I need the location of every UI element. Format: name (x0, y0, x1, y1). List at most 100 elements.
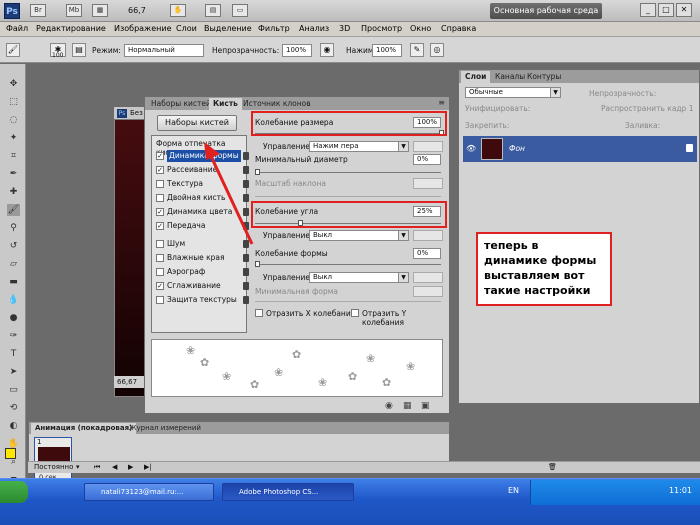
lock-icon[interactable] (243, 268, 249, 276)
brush-tool-icon[interactable]: 🖌 (7, 204, 20, 216)
mode-select[interactable]: Нормальный (124, 44, 204, 57)
lock-icon[interactable] (243, 296, 249, 304)
lock-icon[interactable] (243, 254, 249, 262)
bridge-icon[interactable]: Br (30, 4, 46, 17)
next-frame-icon[interactable]: ▶| (144, 463, 152, 471)
workspace-button[interactable]: Основная рабочая среда (490, 3, 602, 19)
3d-rotate-tool-icon[interactable]: ⟲ (7, 402, 20, 414)
control-select-2[interactable]: Выкл ▼ (309, 230, 409, 241)
panel-menu-icon[interactable]: ≡ (438, 98, 445, 107)
checkbox[interactable] (156, 296, 164, 304)
taskbar-item-photoshop[interactable]: Adobe Photoshop CS... (222, 483, 354, 501)
grid-icon[interactable]: ▦ (403, 401, 412, 411)
first-frame-icon[interactable]: ⏮ (94, 463, 100, 472)
hand-icon[interactable]: ✋ (170, 4, 186, 17)
eraser-tool-icon[interactable]: ▱ (7, 258, 20, 270)
list-item-wet-edges[interactable]: Влажные края (155, 252, 249, 264)
trash-icon[interactable]: 🗑 (548, 463, 557, 471)
roundness-jitter-slider[interactable] (255, 264, 441, 265)
menu-edit[interactable]: Редактирование (36, 24, 106, 33)
foreground-color-swatch[interactable] (5, 448, 16, 459)
checkbox[interactable]: ✓ (156, 208, 164, 216)
close-icon[interactable]: ✕ (676, 3, 692, 17)
menu-view[interactable]: Просмотр (361, 24, 402, 33)
roundness-jitter-knob[interactable] (255, 261, 260, 267)
opacity-pressure-icon[interactable]: ◉ (320, 43, 334, 57)
tab-clone-source[interactable]: Источник клонов (239, 98, 315, 110)
loop-select[interactable]: Постоянно (34, 463, 73, 471)
checkbox[interactable] (156, 194, 164, 202)
layer-row[interactable]: 👁 Фон (463, 136, 697, 162)
airbrush-icon[interactable]: ✎ (410, 43, 424, 57)
flip-x-checkbox[interactable] (255, 309, 263, 317)
checkbox[interactable] (156, 240, 164, 248)
pressure-input[interactable]: 100% (372, 44, 402, 57)
healing-tool-icon[interactable]: ✚ (7, 186, 20, 198)
brush-presets-button[interactable]: Наборы кистей (157, 115, 237, 131)
menu-select[interactable]: Выделение (204, 24, 252, 33)
blur-tool-icon[interactable]: 💧 (7, 294, 20, 306)
chevron-down-icon[interactable]: ▾ (76, 463, 80, 471)
lock-icon[interactable] (243, 282, 249, 290)
tab-animation[interactable]: Анимация (покадровая) (31, 423, 137, 434)
checkbox[interactable]: ✓ (156, 166, 164, 174)
view-extras-icon[interactable]: ▦ (92, 4, 108, 17)
list-item-smoothing[interactable]: ✓ Сглаживание (155, 280, 249, 292)
lasso-tool-icon[interactable]: ◌ (7, 114, 20, 126)
checkbox[interactable] (156, 268, 164, 276)
play-icon[interactable]: ▶ (128, 463, 133, 471)
menu-3d[interactable]: 3D (339, 24, 350, 33)
animation-frame[interactable]: 1 0 сек. (34, 437, 72, 481)
prev-frame-icon[interactable]: ◀ (112, 463, 117, 471)
pen-tool-icon[interactable]: ✑ (7, 330, 20, 342)
checkbox[interactable]: ✓ (156, 282, 164, 290)
quick-select-tool-icon[interactable]: ✦ (7, 132, 20, 144)
list-item-airbrush[interactable]: Аэрограф (155, 266, 249, 278)
crop-tool-icon[interactable]: ⌗ (7, 150, 20, 162)
menu-filter[interactable]: Фильтр (258, 24, 290, 33)
tab-layers[interactable]: Слои (461, 71, 491, 83)
flip-y-checkbox[interactable] (351, 309, 359, 317)
screen-mode-icon[interactable]: ▭ (232, 4, 248, 17)
tab-brush-presets[interactable]: Наборы кистей (147, 98, 215, 110)
tab-measurement-log[interactable]: Журнал измерений (125, 423, 205, 434)
tab-paths[interactable]: Контуры (523, 71, 565, 83)
menu-layers[interactable]: Слои (176, 24, 197, 33)
taskbar-item-mail[interactable]: natali73123@mail.ru:... (84, 483, 214, 501)
dodge-tool-icon[interactable]: ● (7, 312, 20, 324)
control-select-3[interactable]: Выкл ▼ (309, 272, 409, 283)
menu-analysis[interactable]: Анализ (299, 24, 329, 33)
minimize-icon[interactable]: _ (640, 3, 656, 17)
arrange-documents-icon[interactable]: ▤ (205, 4, 221, 17)
marquee-tool-icon[interactable]: ⬚ (7, 96, 20, 108)
shape-tool-icon[interactable]: ▭ (7, 384, 20, 396)
tablet-pressure-icon[interactable]: ◎ (430, 43, 444, 57)
history-brush-tool-icon[interactable]: ↺ (7, 240, 20, 252)
checkbox[interactable]: ✓ (156, 222, 164, 230)
checkbox[interactable]: ✓ (156, 152, 164, 160)
checkbox[interactable] (156, 180, 164, 188)
min-diameter-slider[interactable] (255, 172, 441, 173)
checkbox[interactable] (156, 254, 164, 262)
blend-mode-select[interactable]: Обычные ▼ (465, 87, 561, 98)
type-tool-icon[interactable]: T (7, 348, 20, 360)
menu-file[interactable]: Файл (6, 24, 28, 33)
language-indicator[interactable]: EN (508, 486, 519, 495)
brush-panel-toggle-icon[interactable]: ▤ (72, 43, 86, 57)
eyedropper-tool-icon[interactable]: ✒ (7, 168, 20, 180)
menu-window[interactable]: Окно (410, 24, 431, 33)
list-item-protect-texture[interactable]: Защита текстуры (155, 294, 249, 306)
tab-brush[interactable]: Кисть (209, 98, 242, 110)
maximize-icon[interactable]: □ (658, 3, 674, 17)
eye-icon[interactable]: 👁 (466, 144, 476, 153)
brush-tool-icon[interactable]: 🖌 (6, 43, 20, 57)
control-select-1[interactable]: Нажим пера ▼ (309, 141, 409, 152)
mini-bridge-icon[interactable]: Mb (66, 4, 82, 17)
path-select-tool-icon[interactable]: ➤ (7, 366, 20, 378)
zoom-level[interactable]: 66,7 (128, 6, 146, 15)
gradient-tool-icon[interactable]: ▬ (7, 276, 20, 288)
clone-stamp-tool-icon[interactable]: ⚲ (7, 222, 20, 234)
3d-orbit-tool-icon[interactable]: ◐ (7, 420, 20, 432)
move-tool-icon[interactable]: ✥ (7, 78, 20, 90)
menu-image[interactable]: Изображение (114, 24, 172, 33)
